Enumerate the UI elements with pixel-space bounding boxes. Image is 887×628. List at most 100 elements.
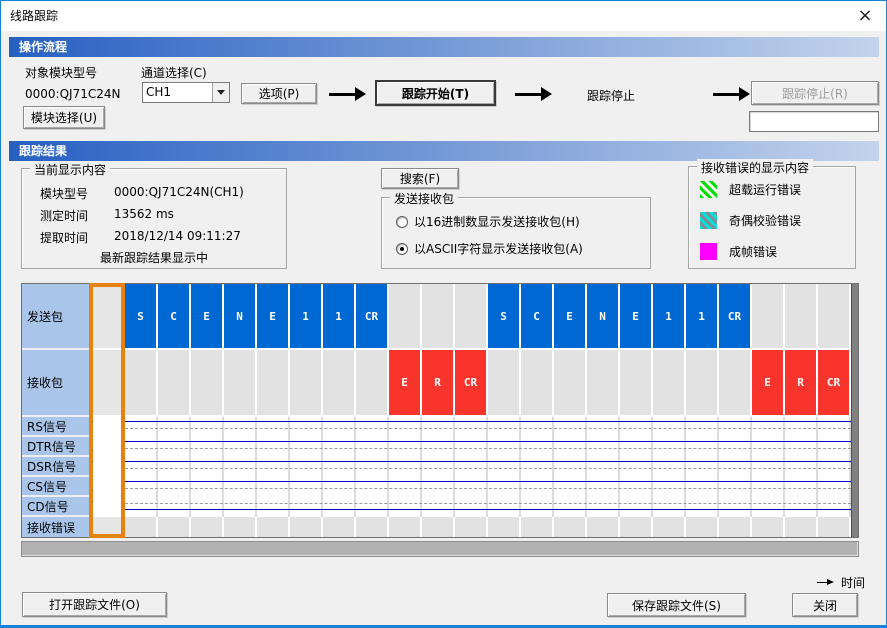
- empty-cell[interactable]: [554, 517, 587, 537]
- close-icon[interactable]: ×: [852, 3, 878, 27]
- empty-cell[interactable]: [488, 517, 521, 537]
- trace-stop-button[interactable]: 跟踪停止(R): [751, 81, 879, 105]
- empty-cell[interactable]: [356, 350, 389, 415]
- recv-packet-cell[interactable]: R: [785, 350, 818, 415]
- empty-cell[interactable]: [554, 350, 587, 415]
- grid-row-label: DTR信号: [22, 437, 89, 457]
- send-packet-cell[interactable]: CR: [719, 284, 752, 348]
- empty-cell[interactable]: [323, 350, 356, 415]
- trace-grid: 发送包接收包RS信号DTR信号DSR信号CS信号CD信号接收错误 SCENE11…: [21, 283, 859, 538]
- grid-row-label: CS信号: [22, 477, 89, 497]
- close-button[interactable]: 关闭: [792, 593, 858, 617]
- send-packet-cell[interactable]: 1: [323, 284, 356, 348]
- empty-cell[interactable]: [158, 517, 191, 537]
- send-packet-cell[interactable]: E: [191, 284, 224, 348]
- empty-cell[interactable]: [224, 517, 257, 537]
- target-module-value: 0000:QJ71C24N: [25, 87, 120, 101]
- empty-cell[interactable]: [587, 350, 620, 415]
- title-bar: 线路跟踪 ×: [1, 1, 886, 31]
- empty-cell[interactable]: [719, 517, 752, 537]
- send-packet-cell[interactable]: S: [125, 284, 158, 348]
- grid-column-lines: [125, 457, 851, 477]
- send-packet-cell[interactable]: 1: [653, 284, 686, 348]
- empty-cell[interactable]: [125, 350, 158, 415]
- empty-cell[interactable]: [191, 350, 224, 415]
- send-packet-cell[interactable]: C: [521, 284, 554, 348]
- empty-cell[interactable]: [389, 284, 422, 348]
- radio-icon[interactable]: [396, 243, 408, 255]
- empty-cell[interactable]: [356, 517, 389, 537]
- send-packet-cell[interactable]: N: [587, 284, 620, 348]
- send-packet-cell[interactable]: E: [620, 284, 653, 348]
- send-packet-cell[interactable]: E: [554, 284, 587, 348]
- send-packet-cell[interactable]: C: [158, 284, 191, 348]
- search-button[interactable]: 搜索(F): [381, 168, 459, 189]
- radio-ascii-display[interactable]: 以ASCII字符显示发送接收包(A): [396, 240, 583, 257]
- module-select-button[interactable]: 模块选择(U): [23, 106, 105, 129]
- empty-cell[interactable]: [686, 517, 719, 537]
- target-module-label: 对象模块型号: [25, 64, 97, 81]
- empty-cell[interactable]: [785, 517, 818, 537]
- empty-cell[interactable]: [521, 350, 554, 415]
- empty-cell[interactable]: [587, 517, 620, 537]
- grid-row-error: [89, 517, 851, 537]
- channel-select-combo[interactable]: CH1: [142, 82, 230, 103]
- send-packet-cell[interactable]: 1: [290, 284, 323, 348]
- options-button[interactable]: 选项(P): [241, 83, 317, 104]
- empty-cell[interactable]: [686, 350, 719, 415]
- latest-result-status: 最新跟踪结果显示中: [22, 249, 286, 266]
- empty-cell[interactable]: [290, 350, 323, 415]
- grid-row-signal: [89, 417, 851, 437]
- empty-cell[interactable]: [323, 517, 356, 537]
- horizontal-scrollbar[interactable]: [21, 541, 859, 557]
- empty-cell[interactable]: [455, 517, 488, 537]
- empty-cell[interactable]: [752, 517, 785, 537]
- send-packet-cell[interactable]: E: [257, 284, 290, 348]
- grid-column-lines: [125, 417, 851, 437]
- empty-cell[interactable]: [257, 350, 290, 415]
- recv-packet-cell[interactable]: E: [389, 350, 422, 415]
- open-trace-file-button[interactable]: 打开跟踪文件(O): [22, 592, 167, 617]
- empty-cell[interactable]: [521, 517, 554, 537]
- radio-hex-display[interactable]: 以16进制数显示发送接收包(H): [396, 213, 580, 230]
- empty-cell[interactable]: [191, 517, 224, 537]
- recv-packet-cell[interactable]: E: [752, 350, 785, 415]
- recv-packet-cell[interactable]: R: [422, 350, 455, 415]
- empty-cell[interactable]: [653, 350, 686, 415]
- empty-cell[interactable]: [224, 350, 257, 415]
- recv-packet-cell[interactable]: CR: [455, 350, 488, 415]
- empty-cell[interactable]: [257, 517, 290, 537]
- empty-cell[interactable]: [818, 517, 851, 537]
- empty-cell[interactable]: [752, 284, 785, 348]
- empty-cell[interactable]: [620, 350, 653, 415]
- empty-cell[interactable]: [389, 517, 422, 537]
- send-packet-cell[interactable]: S: [488, 284, 521, 348]
- save-trace-file-button[interactable]: 保存跟踪文件(S): [607, 593, 746, 617]
- signal-line: [125, 481, 851, 482]
- empty-cell[interactable]: [818, 284, 851, 348]
- empty-cell[interactable]: [785, 284, 818, 348]
- empty-cell[interactable]: [620, 517, 653, 537]
- empty-cell[interactable]: [158, 350, 191, 415]
- radio-icon[interactable]: [396, 216, 408, 228]
- send-packet-cell[interactable]: 1: [686, 284, 719, 348]
- empty-cell[interactable]: [422, 284, 455, 348]
- empty-cell[interactable]: [653, 517, 686, 537]
- send-packet-cell[interactable]: N: [224, 284, 257, 348]
- empty-cell[interactable]: [455, 284, 488, 348]
- signal-reference-line: [125, 488, 851, 489]
- empty-cell[interactable]: [125, 517, 158, 537]
- empty-cell[interactable]: [719, 350, 752, 415]
- framing-error-swatch-icon: [700, 243, 717, 260]
- radio-hex-label: 以16进制数显示发送接收包(H): [414, 213, 580, 230]
- line-trace-dialog: 线路跟踪 × 操作流程 对象模块型号 0000:QJ71C24N 模块选择(U)…: [0, 0, 887, 628]
- recv-packet-cell[interactable]: CR: [818, 350, 851, 415]
- empty-cell[interactable]: [422, 517, 455, 537]
- empty-cell[interactable]: [290, 517, 323, 537]
- empty-cell[interactable]: [488, 350, 521, 415]
- chevron-down-icon[interactable]: [212, 83, 229, 102]
- send-packet-cell[interactable]: CR: [356, 284, 389, 348]
- time-axis-label: 时间: [817, 574, 865, 591]
- trace-start-button[interactable]: 跟踪开始(T): [375, 80, 496, 106]
- grid-row-label: 接收包: [22, 350, 89, 417]
